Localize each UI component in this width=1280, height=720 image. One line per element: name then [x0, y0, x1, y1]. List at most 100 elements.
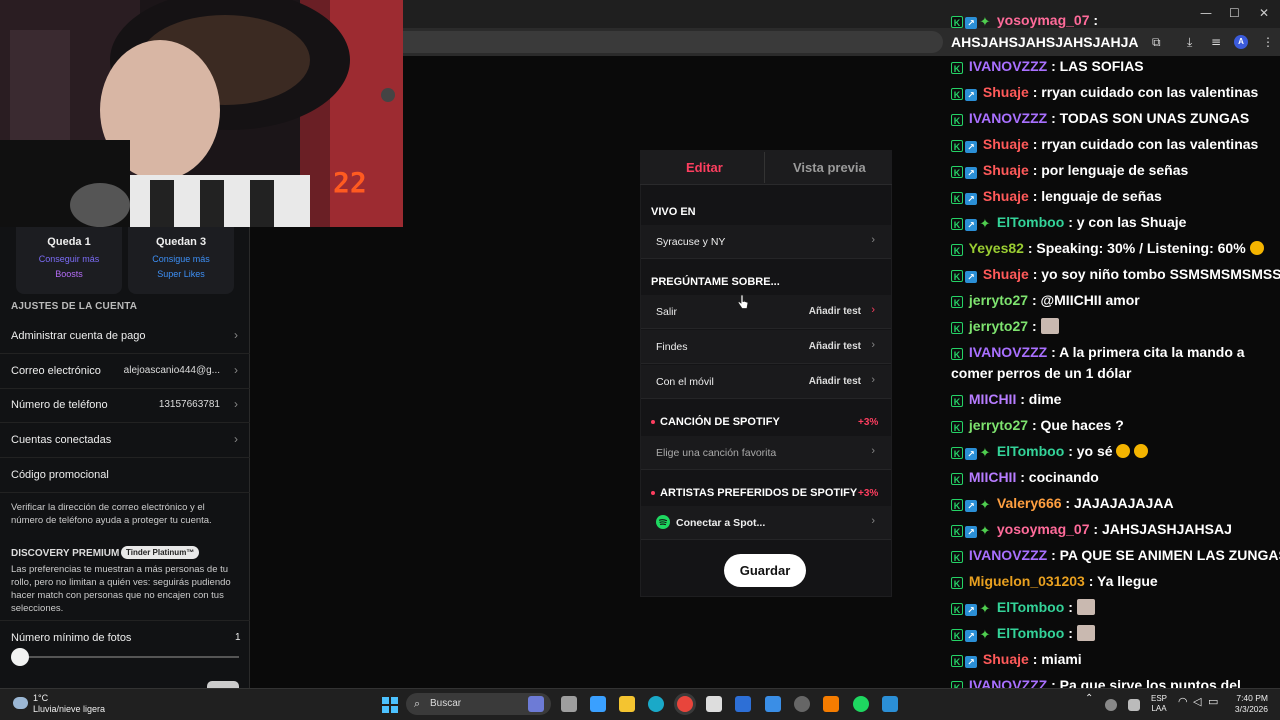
weather-icon[interactable] [13, 697, 28, 709]
kick-badge-icon: K [951, 473, 963, 485]
spotify-taskbar-icon[interactable] [853, 696, 869, 712]
chat-username[interactable]: Shuaje [983, 188, 1029, 204]
gifter-badge-icon: ✦ [979, 523, 991, 538]
clock[interactable]: 7:40 PM 3/3/2026 [1232, 693, 1268, 715]
promo-code-row[interactable]: Código promocional [0, 459, 250, 493]
chat-text: : Que haces ? [1031, 417, 1124, 433]
tray-app-icon[interactable] [1105, 699, 1117, 711]
get-boosts-link[interactable]: Conseguir más [16, 254, 122, 264]
tray-app-icon[interactable] [1128, 699, 1140, 711]
chat-username[interactable]: MIICHII [969, 469, 1016, 485]
connect-spotify-label: Conectar a Spot... [676, 517, 766, 529]
widgets-app-icon[interactable] [528, 696, 544, 712]
battery-icon[interactable]: ▭ [1208, 697, 1218, 708]
steam-icon[interactable] [794, 696, 810, 712]
chat-username[interactable]: Shuaje [983, 266, 1029, 282]
language-indicator[interactable]: ESP LAA [1150, 694, 1168, 714]
chat-username[interactable]: Miguelon_031203 [969, 573, 1085, 589]
chat-message: K ↗ ✦ ElTomboo : [951, 597, 1280, 618]
wifi-icon[interactable]: ◠ [1178, 697, 1188, 708]
chat-text: : LAS SOFIAS [1051, 58, 1144, 74]
add-test-link[interactable]: Añadir test [809, 306, 861, 317]
weather-temp[interactable]: 1°C [33, 693, 48, 703]
chat-username[interactable]: IVANOVZZZ [969, 547, 1047, 563]
save-button[interactable]: Guardar [724, 554, 806, 587]
gifter-badge-icon: ✦ [979, 216, 991, 231]
chat-username[interactable]: IVANOVZZZ [969, 344, 1047, 360]
chat-username[interactable]: jerryto27 [969, 292, 1028, 308]
chat-username[interactable]: jerryto27 [969, 318, 1028, 334]
chat-username[interactable]: jerryto27 [969, 417, 1028, 433]
kick-badge-icon: K [951, 629, 963, 641]
tab-preview[interactable]: Vista previa [793, 160, 866, 175]
windows-start-icon[interactable] [382, 697, 398, 713]
chat-message: K Miguelon_031203 : Ya llegue [951, 571, 1280, 592]
edge-icon[interactable] [648, 696, 664, 712]
kick-badge-icon: K [951, 192, 963, 204]
task-view-icon[interactable] [561, 696, 577, 712]
chat-message: K IVANOVZZZ : A la primera cita la mando… [951, 342, 1280, 384]
weather-desc[interactable]: Lluvia/nieve ligera [33, 704, 105, 714]
live-in-value: Syracuse y NY [656, 236, 726, 248]
chat-username[interactable]: Yeyes82 [969, 240, 1024, 256]
chat-username[interactable]: yosoymag_07 [997, 12, 1090, 28]
chat-username[interactable]: Shuaje [983, 651, 1029, 667]
chat-username[interactable]: Shuaje [983, 136, 1029, 152]
chrome-icon[interactable] [677, 696, 693, 712]
chat-username[interactable]: Valery666 [997, 495, 1062, 511]
spotify-song-title: CANCIÓN DE SPOTIFY [660, 416, 780, 428]
tab-edit[interactable]: Editar [686, 160, 723, 175]
app-icon[interactable] [882, 696, 898, 712]
chat-username[interactable]: ElTomboo [997, 214, 1064, 230]
ask-row-movil[interactable]: Con el móvil Añadir test › [641, 365, 891, 399]
live-in-row[interactable]: Syracuse y NY › [641, 225, 891, 259]
ask-row-salir[interactable]: Salir Añadir test › [641, 295, 891, 329]
app-icon[interactable] [735, 696, 751, 712]
chat-username[interactable]: yosoymag_07 [997, 521, 1090, 537]
phone-row[interactable]: Número de teléfono 13157663781 › [0, 389, 250, 423]
manage-payment-row[interactable]: Administrar cuenta de pago › [0, 320, 250, 354]
slider-handle[interactable] [11, 648, 29, 666]
kick-badge-icon: K [951, 88, 963, 100]
connect-spotify-row[interactable]: Conectar a Spot... › [641, 506, 891, 540]
file-explorer-icon[interactable] [619, 696, 635, 712]
app-icon[interactable] [823, 696, 839, 712]
chat-message: K Yeyes82 : Speaking: 30% / Listening: 6… [951, 238, 1280, 259]
store-icon[interactable] [706, 696, 722, 712]
boosts-card[interactable]: Queda 1 Conseguir más Boosts [16, 227, 122, 294]
get-super-likes-link-2[interactable]: Super Likes [128, 269, 234, 279]
row-label: Administrar cuenta de pago [11, 330, 146, 342]
volume-icon[interactable]: ◁ [1193, 697, 1201, 708]
copilot-icon[interactable] [590, 696, 606, 712]
song-picker-row[interactable]: Elige una canción favorita › [641, 436, 891, 470]
chat-username[interactable]: IVANOVZZZ [969, 110, 1047, 126]
chevron-right-icon: › [234, 397, 238, 411]
add-test-link[interactable]: Añadir test [809, 341, 861, 352]
subscriber-badge-icon: ↗ [965, 89, 977, 101]
artists-bonus: +3% [858, 488, 879, 499]
subscriber-badge-icon: ↗ [965, 604, 977, 616]
chat-username[interactable]: Shuaje [983, 84, 1029, 100]
chevron-up-icon[interactable]: ⌃ [1085, 694, 1093, 704]
add-test-link[interactable]: Añadir test [809, 376, 861, 387]
chat-username[interactable]: Shuaje [983, 162, 1029, 178]
chat-username[interactable]: ElTomboo [997, 443, 1064, 459]
min-photos-slider[interactable] [20, 656, 239, 658]
chat-username[interactable]: IVANOVZZZ [969, 58, 1047, 74]
address-bar[interactable] [403, 31, 943, 53]
gifter-badge-icon: ✦ [979, 14, 991, 29]
email-row[interactable]: Correo electrónico alejoascanio444@g... … [0, 355, 250, 389]
kick-badge-icon: K [951, 348, 963, 360]
chat-username[interactable]: ElTomboo [997, 625, 1064, 641]
connected-accounts-row[interactable]: Cuentas conectadas › [0, 424, 250, 458]
super-likes-card[interactable]: Quedan 3 Consigue más Super Likes [128, 227, 234, 294]
chat-username[interactable]: ElTomboo [997, 599, 1064, 615]
ask-row-findes[interactable]: Findes Añadir test › [641, 330, 891, 364]
mail-icon[interactable] [765, 696, 781, 712]
gifter-badge-icon: ✦ [979, 627, 991, 642]
emoji-icon [1116, 444, 1131, 458]
get-boosts-link-2[interactable]: Boosts [16, 269, 122, 279]
account-settings-title: AJUSTES DE LA CUENTA [11, 301, 138, 312]
chat-username[interactable]: MIICHII [969, 391, 1016, 407]
get-super-likes-link[interactable]: Consigue más [128, 254, 234, 264]
